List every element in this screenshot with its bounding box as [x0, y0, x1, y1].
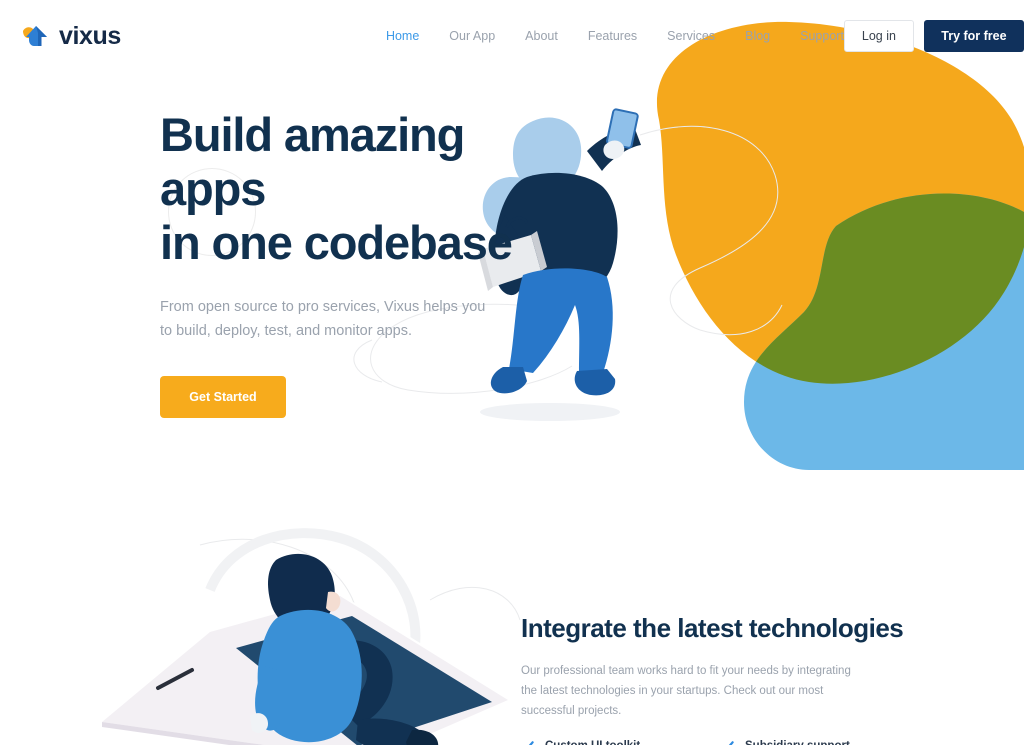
feature-item-label: Custom UI toolkit: [545, 740, 640, 745]
feature-section: Integrate the latest technologies Our pr…: [521, 613, 921, 745]
brand-name: vixus: [59, 21, 121, 50]
site-header: vixus Home Our App About Features Servic…: [0, 0, 1024, 72]
list-item: Subsidiary support: [721, 740, 921, 745]
check-icon: [722, 740, 734, 745]
nav-item-support[interactable]: Support: [800, 29, 844, 43]
check-icon: [522, 740, 534, 745]
list-item: Custom UI toolkit: [521, 740, 721, 745]
person-torso: [257, 609, 362, 743]
person-hair: [268, 553, 335, 630]
hero-subtitle: From open source to pro services, Vixus …: [160, 299, 486, 340]
orange-blob: [657, 21, 1024, 384]
feature-title: Integrate the latest technologies: [521, 613, 904, 643]
hero-title: Build amazing apps in one codebase: [160, 108, 580, 270]
nav-item-features[interactable]: Features: [588, 29, 637, 43]
hero-section: Build amazing apps in one codebase From …: [160, 108, 580, 418]
feature-checklist: Custom UI toolkit Subsidiary support: [521, 740, 921, 745]
phone-device: [606, 108, 639, 149]
smartphone-illustration: [100, 594, 510, 745]
arrow-up-logo-icon: [23, 26, 47, 46]
nav-item-home[interactable]: Home: [386, 29, 419, 43]
seated-person: [250, 553, 439, 745]
blue-blob: [744, 193, 1024, 470]
hero-title-line1: Build amazing apps: [160, 108, 465, 216]
main-navigation: Home Our App About Features Services Blo…: [386, 29, 844, 43]
nav-item-services[interactable]: Services: [667, 29, 715, 43]
nav-item-blog[interactable]: Blog: [745, 29, 770, 43]
login-button[interactable]: Log in: [843, 20, 914, 52]
feature-illustration: [40, 520, 510, 745]
feature-item-label: Subsidiary support: [745, 740, 850, 745]
hero-title-line2: in one codebase: [160, 216, 513, 270]
header-actions: Log in Try for free: [843, 20, 1024, 52]
get-started-button[interactable]: Get Started: [160, 375, 286, 418]
brand-logo[interactable]: vixus: [22, 22, 121, 50]
nav-item-our-app[interactable]: Our App: [449, 29, 495, 43]
landing-page: vixus Home Our App About Features Servic…: [0, 0, 1024, 745]
try-free-button[interactable]: Try for free: [923, 20, 1024, 52]
nav-item-about[interactable]: About: [525, 29, 558, 43]
blob-overlap: [744, 193, 1024, 384]
feature-description: Our professional team works hard to fit …: [521, 665, 851, 718]
orange-accent-circle: [109, 720, 181, 745]
